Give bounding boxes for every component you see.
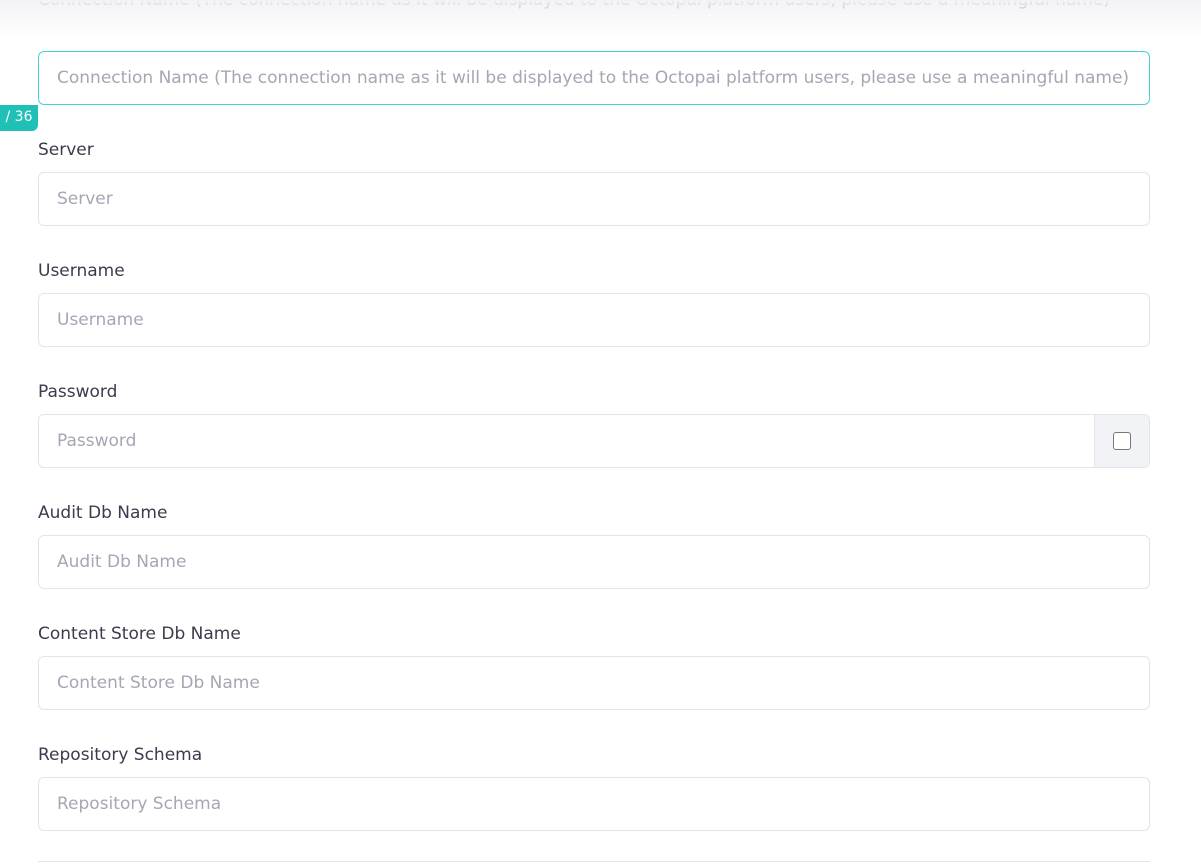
divider: [38, 861, 1150, 862]
username-label: Username: [38, 261, 125, 281]
server-label: Server: [38, 140, 94, 160]
username-input[interactable]: Username: [38, 293, 1150, 347]
content-store-db-name-label: Content Store Db Name: [38, 624, 241, 644]
server-input[interactable]: Server: [38, 172, 1150, 226]
audit-db-name-input[interactable]: Audit Db Name: [38, 535, 1150, 589]
password-field: Password: [38, 414, 1150, 468]
repository-schema-label: Repository Schema: [38, 745, 203, 765]
password-input[interactable]: Password: [57, 431, 136, 451]
repository-schema-input[interactable]: Repository Schema: [38, 777, 1150, 831]
character-count-badge: / 36: [0, 105, 38, 131]
show-password-checkbox[interactable]: [1113, 432, 1131, 450]
password-label: Password: [38, 382, 118, 402]
show-password-addon: [1094, 415, 1149, 467]
audit-db-name-label: Audit Db Name: [38, 503, 168, 523]
content-store-db-name-input[interactable]: Content Store Db Name: [38, 656, 1150, 710]
connection-name-input[interactable]: Connection Name (The connection name as …: [38, 51, 1150, 105]
connection-name-label: Connection Name (The connection name as …: [38, 0, 1111, 10]
